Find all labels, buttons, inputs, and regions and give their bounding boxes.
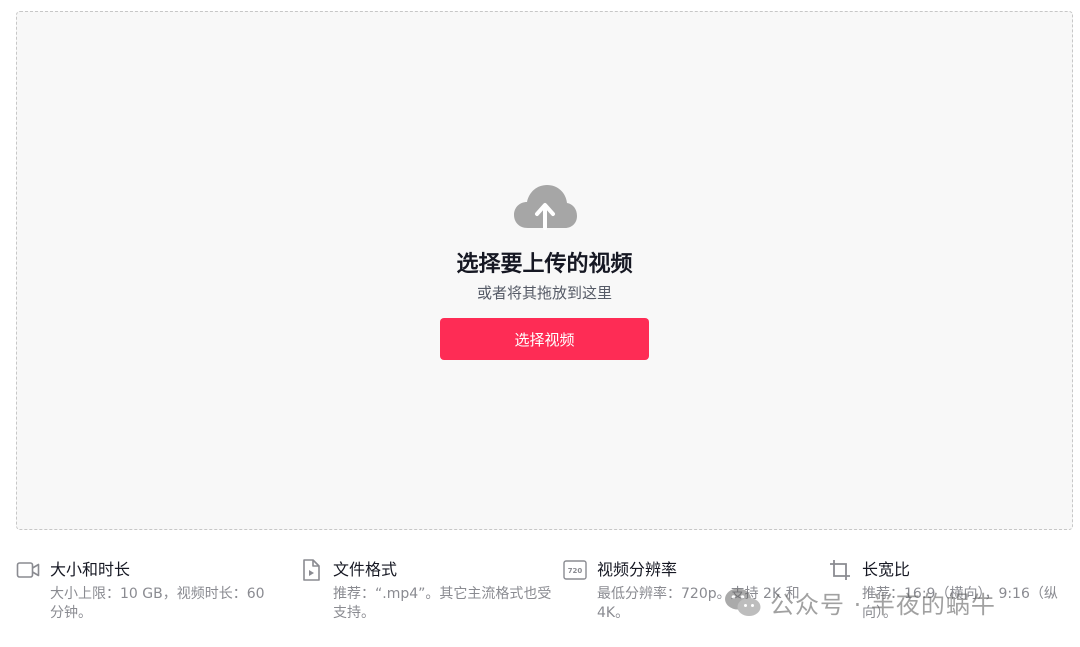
requirement-title: 文件格式 [333,560,398,579]
requirements-row: 大小和时长 大小上限：10 GB，视频时长：60 分钟。 文件格式 推荐：“.m… [16,556,1073,636]
requirement-aspect-ratio: 长宽比 推荐：16:9（横向），9:16（纵向）。 [828,556,1058,623]
svg-text:720: 720 [568,567,583,575]
cloud-upload-icon [514,185,577,230]
requirement-title: 长宽比 [862,560,911,579]
requirement-resolution: 720 视频分辨率 最低分辨率：720p。支持 2K 和 4K。 [563,556,800,623]
requirement-description: 推荐：“.mp4”。其它主流格式也受支持。 [333,586,552,621]
upload-dropzone[interactable]: 选择要上传的视频 或者将其拖放到这里 选择视频 [16,11,1073,530]
crop-icon [830,560,850,580]
select-video-button[interactable]: 选择视频 [440,318,649,360]
requirement-title: 大小和时长 [50,560,131,579]
upload-center: 选择要上传的视频 或者将其拖放到这里 选择视频 [17,182,1072,360]
requirement-description: 大小上限：10 GB，视频时长：60 分钟。 [50,586,265,621]
requirement-title: 视频分辨率 [597,560,678,579]
upload-subtitle: 或者将其拖放到这里 [476,284,612,302]
file-play-icon [303,559,320,581]
requirement-file-format: 文件格式 推荐：“.mp4”。其它主流格式也受支持。 [299,556,551,623]
requirement-description: 推荐：16:9（横向），9:16（纵向）。 [862,586,1058,621]
requirement-size-duration: 大小和时长 大小上限：10 GB，视频时长：60 分钟。 [16,556,265,623]
resolution-720-icon: 720 [563,560,587,580]
requirement-description: 最低分辨率：720p。支持 2K 和 4K。 [597,586,800,621]
video-camera-icon [16,562,40,578]
upload-title: 选择要上传的视频 [456,252,633,277]
